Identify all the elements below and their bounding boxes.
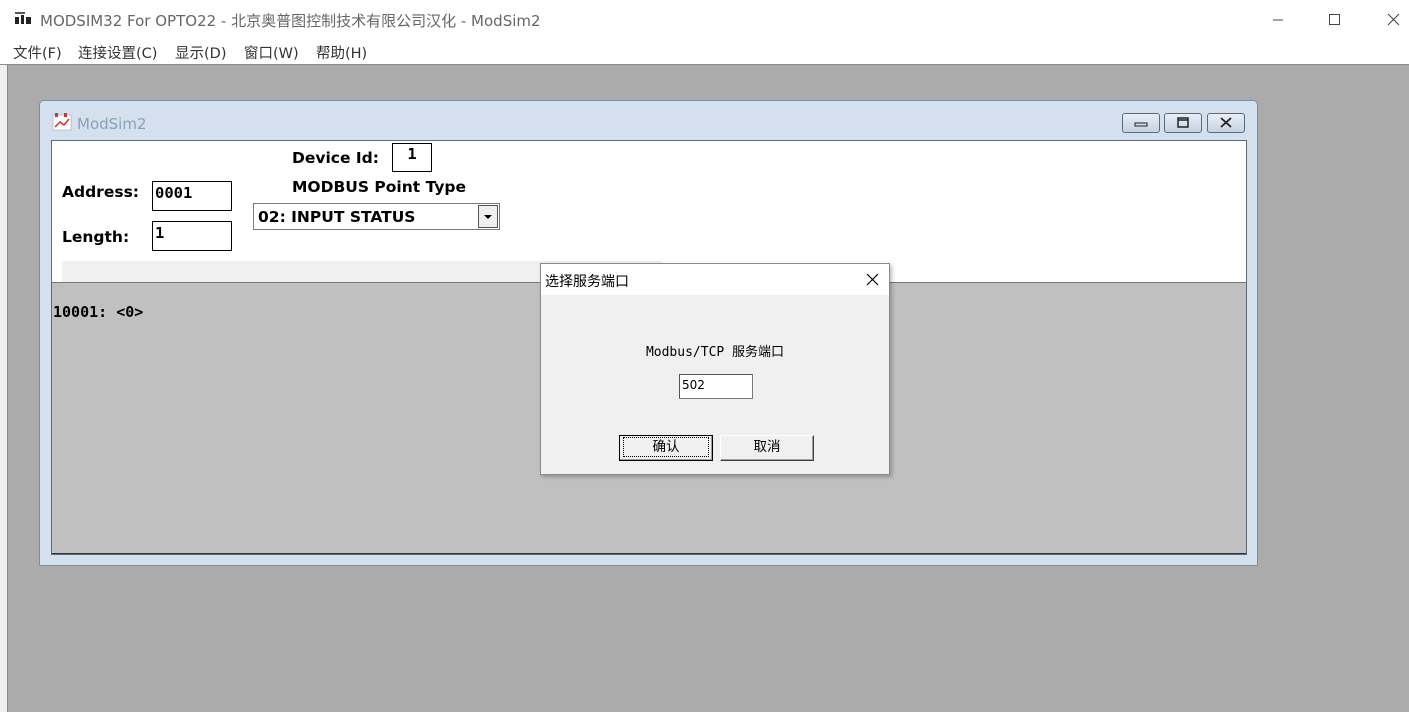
dropdown-button[interactable] [478,205,498,228]
dialog-title-bar: 选择服务端口 [541,264,889,295]
minimize-button[interactable] [1249,0,1307,40]
maximize-icon [1329,14,1340,25]
restore-icon [1177,117,1189,128]
close-icon [1220,117,1232,128]
address-label: Address: [62,183,139,201]
menu-help[interactable]: 帮助(H) [316,42,367,63]
child-close-button[interactable] [1207,113,1245,133]
menu-bar: 文件(F) 连接设置(C) 显示(D) 窗口(W) 帮助(H) [0,40,1409,65]
menu-display[interactable]: 显示(D) [175,42,226,63]
close-button[interactable] [1362,0,1409,40]
child-minimize-button[interactable] [1122,113,1160,133]
address-input[interactable]: 0001 [152,181,232,211]
register-value[interactable]: 10001: <0> [53,303,143,321]
point-type-select[interactable]: 02: INPUT STATUS [253,203,500,230]
app-logo-icon [14,11,32,25]
ok-button-label: 确认 [623,437,709,457]
menu-window[interactable]: 窗口(W) [244,42,299,63]
ok-button[interactable]: 确认 [619,435,713,461]
menu-file[interactable]: 文件(F) [13,42,62,63]
length-input[interactable]: 1 [152,221,232,251]
modsim-icon [52,113,72,131]
close-icon [866,273,879,286]
device-id-input[interactable]: 1 [392,143,432,172]
chevron-down-icon [484,215,492,219]
maximize-button[interactable] [1305,0,1363,40]
menu-connection[interactable]: 连接设置(C) [78,42,157,63]
length-label: Length: [62,228,130,246]
dialog-title: 选择服务端口 [545,274,629,290]
dialog-close-button[interactable] [845,264,889,295]
window-title: MODSIM32 For OPTO22 - 北京奥普图控制技术有限公司汉化 - … [40,12,541,30]
cancel-button[interactable]: 取消 [720,435,814,461]
port-label: Modbus/TCP 服务端口 [645,345,785,360]
left-edge [0,65,8,712]
minimize-icon [1273,19,1283,21]
device-id-label: Device Id: [292,149,379,167]
minimize-icon [1134,122,1148,127]
point-type-label: MODBUS Point Type [292,178,467,196]
point-type-value: 02: INPUT STATUS [258,208,416,226]
port-input[interactable]: 502 [679,374,753,399]
close-icon [1387,13,1400,26]
child-window-title: ModSim2 [77,115,147,133]
port-dialog: 选择服务端口 Modbus/TCP 服务端口 502 确认 取消 [540,263,890,475]
child-restore-button[interactable] [1164,113,1202,133]
title-bar: MODSIM32 For OPTO22 - 北京奥普图控制技术有限公司汉化 - … [0,0,1409,40]
